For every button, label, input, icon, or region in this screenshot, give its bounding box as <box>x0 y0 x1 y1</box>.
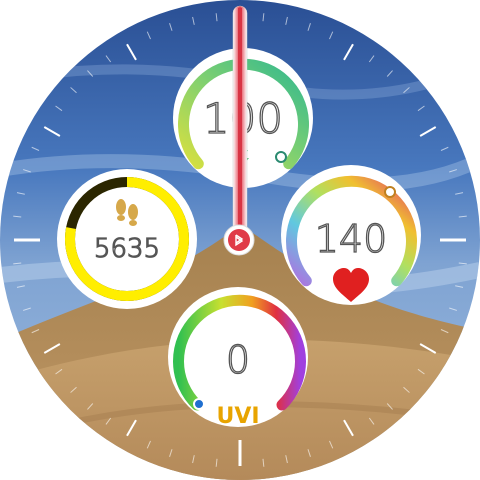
battery-ring-marker <box>275 151 287 163</box>
uv-index-value: 0 <box>226 338 250 382</box>
uv-index-label: UVI <box>216 404 259 429</box>
heart-rate-value: 140 <box>315 217 388 261</box>
watch-face-svg: 100 5635 140 0 UVI <box>0 0 480 480</box>
heart-rate-ring-marker <box>384 186 396 198</box>
uv-index-ring-marker <box>193 398 205 410</box>
watch-face: 100 5635 140 0 UVI <box>0 0 480 480</box>
heart-rate-complication[interactable]: 140 <box>281 165 421 305</box>
center-hub <box>228 229 250 251</box>
steps-complication[interactable]: 5635 <box>57 169 197 309</box>
steps-value: 5635 <box>94 234 160 264</box>
